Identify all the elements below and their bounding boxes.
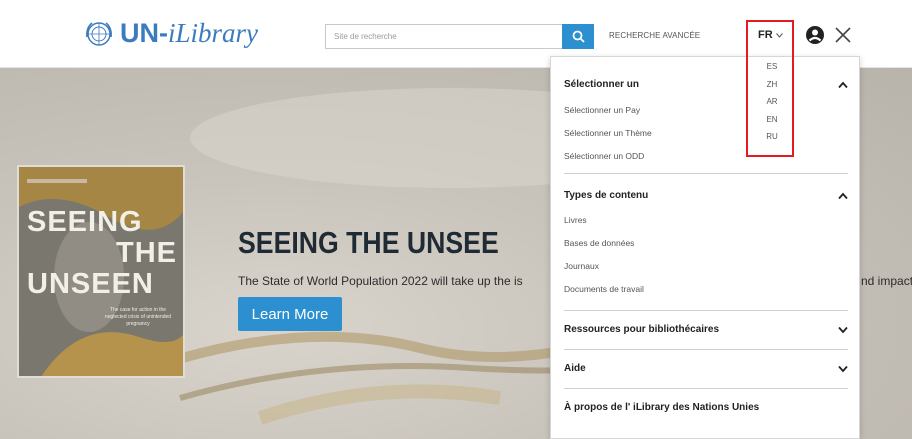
menu-divider (564, 388, 848, 389)
content-types-header[interactable]: Types de contenu (564, 190, 848, 201)
language-option-es[interactable]: ES (752, 58, 792, 76)
user-icon[interactable] (805, 25, 825, 45)
book-title-line1: SEEING (27, 206, 143, 238)
menu-divider (564, 173, 848, 174)
help-header[interactable]: Aide (564, 363, 848, 374)
help-title: Aide (564, 363, 586, 374)
search-input[interactable] (325, 24, 562, 49)
select-section-header[interactable]: Sélectionner un (564, 79, 848, 90)
chevron-down-icon (838, 365, 848, 372)
logo-text-bold: UN- (120, 18, 168, 48)
hero-description: The State of World Population 2022 will … (238, 274, 523, 288)
close-icon[interactable] (834, 26, 852, 44)
language-dropdown-list: ES ZH AR EN RU (752, 58, 792, 146)
book-title-line2: THE (116, 237, 177, 269)
about-section: À propos de l' iLibrary des Nations Unie… (564, 402, 848, 413)
book-cover[interactable]: SEEING THE UNSEEN The case for action in… (17, 165, 185, 378)
current-language: FR (758, 29, 773, 41)
book-cover-subtitle: The case for action in the neglected cri… (104, 307, 172, 327)
librarian-resources-header[interactable]: Ressources pour bibliothécaires (564, 324, 848, 335)
menu-item-books[interactable]: Livres (564, 215, 848, 225)
search-button[interactable] (562, 24, 594, 49)
menu-divider (564, 349, 848, 350)
un-emblem-icon (86, 21, 112, 46)
menu-item-select-sdg[interactable]: Sélectionner un ODD (564, 151, 848, 161)
site-logo[interactable]: UN-iLibrary (84, 18, 258, 49)
content-types-title: Types de contenu (564, 190, 649, 201)
select-section-title: Sélectionner un (564, 79, 640, 90)
navigation-menu-panel: Sélectionner un Sélectionner un Pay Séle… (550, 56, 860, 439)
search-icon (572, 30, 585, 43)
chevron-up-icon (838, 192, 848, 199)
language-option-en[interactable]: EN (752, 111, 792, 129)
menu-item-select-theme[interactable]: Sélectionner un Thème (564, 128, 848, 138)
language-option-ar[interactable]: AR (752, 93, 792, 111)
language-option-zh[interactable]: ZH (752, 76, 792, 94)
hero-headline: SEEING THE UNSEE (238, 225, 499, 260)
book-cover-title: SEEING THE UNSEEN (27, 207, 183, 300)
chevron-down-icon (838, 326, 848, 333)
menu-item-select-country[interactable]: Sélectionner un Pay (564, 105, 848, 115)
help-section: Aide (564, 363, 848, 374)
learn-more-button[interactable]: Learn More (238, 297, 342, 331)
chevron-down-icon (775, 32, 783, 38)
menu-divider (564, 310, 848, 311)
logo-text-italic: iLibrary (168, 18, 259, 48)
menu-item-databases[interactable]: Bases de données (564, 238, 848, 248)
advanced-search-link[interactable]: RECHERCHE AVANCÉE (609, 31, 700, 40)
language-option-ru[interactable]: RU (752, 128, 792, 146)
logo-text: UN-iLibrary (120, 18, 258, 49)
hero-description-tail: nd impact (861, 274, 912, 288)
chevron-up-icon (838, 81, 848, 88)
menu-item-journals[interactable]: Journaux (564, 261, 848, 271)
menu-item-working-papers[interactable]: Documents de travail (564, 284, 848, 294)
book-title-line3: UNSEEN (27, 268, 154, 300)
about-link[interactable]: À propos de l' iLibrary des Nations Unie… (564, 402, 848, 413)
select-section: Sélectionner un Sélectionner un Pay Séle… (564, 79, 848, 161)
librarian-resources-title: Ressources pour bibliothécaires (564, 324, 720, 335)
language-selector[interactable]: FR (758, 29, 783, 41)
content-types-section: Types de contenu Livres Bases de données… (564, 190, 848, 294)
librarian-resources-section: Ressources pour bibliothécaires (564, 324, 848, 335)
